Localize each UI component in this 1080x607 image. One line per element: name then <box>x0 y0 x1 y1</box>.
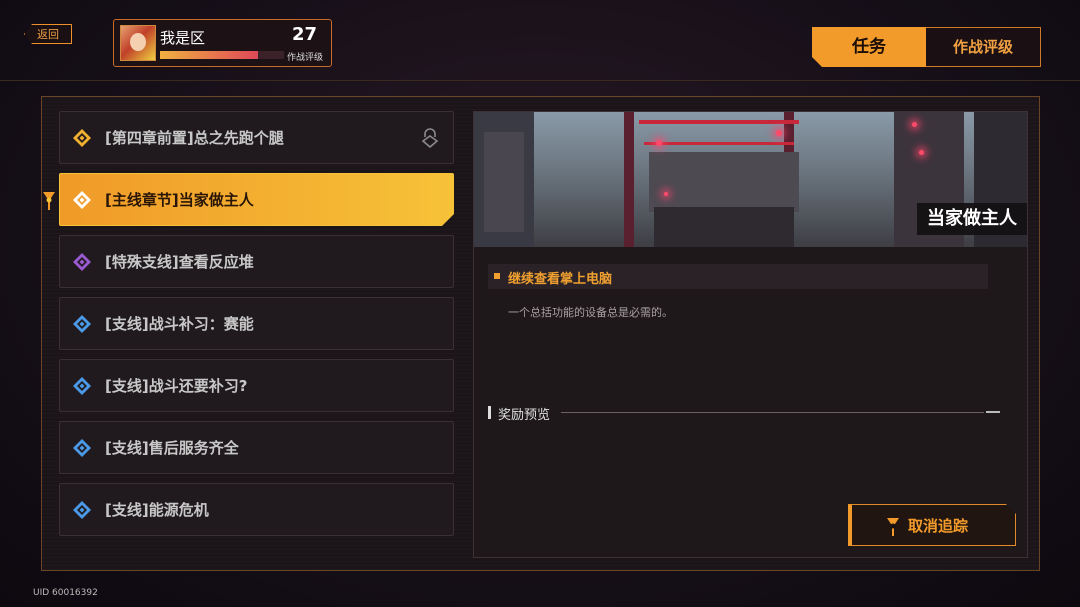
untrack-label: 取消追踪 <box>908 517 969 535</box>
player-level: 27 <box>291 24 317 45</box>
reward-preview-label: 奖励预览 <box>498 408 551 423</box>
reward-divider <box>561 412 984 413</box>
back-button[interactable]: 返回 <box>24 24 72 44</box>
reward-divider-end <box>986 411 1000 413</box>
untrack-button[interactable]: 取消追踪 <box>848 504 1016 546</box>
quest-label: [主线章节]当家做主人 <box>105 191 254 209</box>
quest-type-icon <box>73 439 91 457</box>
tab-bar: 任务 作战评级 <box>812 27 1041 67</box>
quest-type-icon <box>73 501 91 519</box>
quest-item[interactable]: [特殊支线]查看反应堆 <box>59 235 454 288</box>
user-id: UID 60016392 <box>33 588 98 598</box>
reward-marker <box>488 406 491 419</box>
quest-item[interactable]: [支线]战斗还要补习? <box>59 359 454 412</box>
tab-tasks[interactable]: 任务 <box>812 27 926 67</box>
quest-label: [支线]战斗补习：赛能 <box>105 315 254 333</box>
quest-detail: 当家做主人 继续查看掌上电脑 一个总括功能的设备总是必需的。 奖励预览 取消追踪 <box>473 111 1028 558</box>
quest-type-icon <box>73 253 91 271</box>
quest-item[interactable]: [第四章前置]总之先跑个腿 <box>59 111 454 164</box>
quest-item[interactable]: [支线]能源危机 <box>59 483 454 536</box>
header-divider <box>0 80 1080 81</box>
xp-bar <box>160 51 284 59</box>
tracking-marker-icon <box>886 517 900 537</box>
player-profile[interactable]: 我是区 27 作战评级 <box>113 19 332 67</box>
quest-type-icon <box>73 129 91 147</box>
quest-banner-image: 当家做主人 <box>474 112 1027 247</box>
quest-description: 一个总括功能的设备总是必需的。 <box>508 306 673 319</box>
quest-label: [支线]售后服务齐全 <box>105 439 239 457</box>
lock-icon <box>421 128 439 148</box>
avatar[interactable] <box>120 25 156 61</box>
objective-text: 继续查看掌上电脑 <box>508 272 613 287</box>
tab-combat-rating[interactable]: 作战评级 <box>926 27 1041 67</box>
quest-label: [支线]战斗还要补习? <box>105 377 248 395</box>
quest-title: 当家做主人 <box>917 203 1027 235</box>
quest-label: [支线]能源危机 <box>105 501 209 519</box>
quest-item[interactable]: [支线]售后服务齐全 <box>59 421 454 474</box>
player-level-label: 作战评级 <box>286 53 323 63</box>
xp-bar-fill <box>160 51 258 59</box>
quest-type-icon <box>73 315 91 333</box>
quest-item[interactable]: [主线章节]当家做主人 <box>59 173 454 226</box>
quest-label: [第四章前置]总之先跑个腿 <box>105 129 284 147</box>
quest-type-icon <box>72 190 92 210</box>
objective-bullet <box>494 273 500 279</box>
tracking-marker-icon <box>43 192 55 210</box>
quest-label: [特殊支线]查看反应堆 <box>105 253 254 271</box>
quest-objective: 继续查看掌上电脑 <box>488 264 988 289</box>
quest-type-icon <box>73 377 91 395</box>
player-name: 我是区 <box>160 29 206 47</box>
quest-item[interactable]: [支线]战斗补习：赛能 <box>59 297 454 350</box>
